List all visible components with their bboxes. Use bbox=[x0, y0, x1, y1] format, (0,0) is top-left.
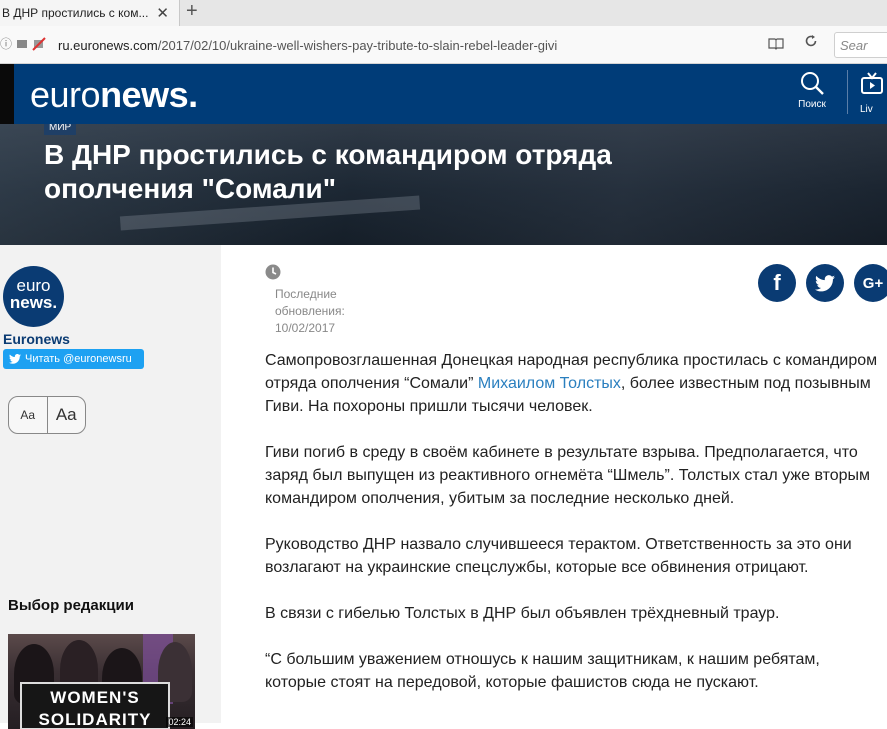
gplus-icon: G+ bbox=[862, 274, 884, 292]
updated-label-2: обновления: bbox=[275, 304, 345, 318]
twitter-bird-icon bbox=[9, 354, 21, 364]
live-label: Liv bbox=[860, 104, 873, 115]
facebook-icon: f bbox=[773, 270, 781, 295]
info-icon[interactable]: ⓘ bbox=[0, 35, 12, 52]
avatar-line1: euro bbox=[16, 276, 51, 295]
thumb-sign-line2: SOLIDARITY bbox=[38, 710, 152, 729]
browser-tab-bar: В ДНР простились с ком... ✕ + bbox=[0, 0, 887, 26]
search-icon bbox=[801, 72, 824, 95]
new-tab-icon[interactable]: + bbox=[186, 0, 198, 23]
category-badge[interactable]: МИР bbox=[44, 124, 77, 135]
share-gplus-button[interactable]: G+ bbox=[854, 264, 887, 302]
browser-tab[interactable]: В ДНР простились с ком... ✕ bbox=[0, 0, 180, 26]
header-live-button[interactable]: Liv bbox=[860, 72, 887, 120]
header-search-button[interactable]: Поиск bbox=[790, 70, 834, 120]
browser-url-bar: ⓘ ru.euronews.com/2017/02/10/ukraine-wel… bbox=[0, 26, 887, 64]
article-paragraph: “С большим уважением отношусь к нашим за… bbox=[265, 651, 820, 691]
page-icon bbox=[17, 39, 28, 48]
updated-label-1: Последние bbox=[275, 287, 337, 301]
address-field[interactable]: ru.euronews.com/2017/02/10/ukraine-well-… bbox=[50, 32, 830, 58]
person-link[interactable]: Михаилом Толстых bbox=[478, 375, 621, 392]
header-edge bbox=[0, 64, 14, 124]
left-sidebar: euro news. Euronews Читать @euronewsru A… bbox=[0, 245, 221, 729]
header-divider bbox=[847, 70, 848, 114]
url-status-icons: ⓘ bbox=[0, 35, 46, 52]
brand-avatar[interactable]: euro news. bbox=[3, 266, 64, 327]
article-paragraph: Самопровозглашенная Донецкая народная ре… bbox=[265, 349, 885, 418]
article-paragraph: Руководство ДНР назвало случившееся тера… bbox=[265, 536, 852, 576]
article-paragraph: Гиви погиб в среду в своём кабинете в ре… bbox=[265, 444, 871, 507]
clock-icon bbox=[265, 264, 281, 280]
tab-title: В ДНР простились с ком... bbox=[2, 6, 149, 20]
url-path: /2017/02/10/ukraine-well-wishers-pay-tri… bbox=[157, 37, 558, 53]
share-twitter-button[interactable] bbox=[806, 264, 844, 302]
editors-pick-thumbnail[interactable]: WOMEN'S SOLIDARITY 02:24 bbox=[8, 634, 195, 729]
euronews-logo[interactable]: euronews. bbox=[30, 74, 198, 116]
brand-name[interactable]: Euronews bbox=[3, 331, 70, 347]
search-label: Поиск bbox=[798, 99, 826, 110]
hero-banner: МИР В ДНР простились с командиром отряда… bbox=[0, 124, 887, 245]
thumb-sign: WOMEN'S SOLIDARITY bbox=[20, 682, 170, 729]
update-info: Последние обновления: 10/02/2017 bbox=[275, 286, 375, 337]
logo-light: euro bbox=[30, 74, 101, 115]
article-paragraph: В связи с гибелью Толстых в ДНР был объя… bbox=[265, 605, 780, 622]
blocked-plugin-icon[interactable] bbox=[32, 36, 46, 51]
twitter-follow-button[interactable]: Читать @euronewsru bbox=[3, 349, 144, 369]
updated-date: 10/02/2017 bbox=[275, 321, 336, 335]
thumb-duration: 02:24 bbox=[166, 717, 193, 727]
url-text: ru.euronews.com/2017/02/10/ukraine-well-… bbox=[50, 38, 557, 53]
font-size-switch: Aa Aa bbox=[8, 396, 86, 434]
browser-search-field[interactable]: Sear bbox=[834, 32, 887, 58]
close-tab-icon[interactable]: ✕ bbox=[156, 4, 169, 22]
article-body: Самопровозглашенная Донецкая народная ре… bbox=[265, 349, 885, 717]
search-placeholder: Sear bbox=[840, 37, 868, 53]
follow-label: Читать @euronewsru bbox=[25, 353, 132, 365]
reader-view-icon[interactable] bbox=[768, 37, 784, 53]
logo-bold: news. bbox=[100, 74, 198, 115]
reload-icon[interactable] bbox=[804, 34, 818, 53]
article-headline: В ДНР простились с командиром отряда опо… bbox=[44, 139, 612, 204]
thumb-sign-line1: WOMEN'S bbox=[50, 688, 140, 707]
site-header: euronews. Поиск Liv bbox=[0, 64, 887, 124]
share-facebook-button[interactable]: f bbox=[758, 264, 796, 302]
tv-icon bbox=[861, 72, 883, 94]
twitter-icon bbox=[815, 274, 835, 291]
font-large-button[interactable]: Aa bbox=[48, 397, 86, 433]
avatar-line2: news. bbox=[9, 293, 58, 312]
url-host: ru.euronews.com bbox=[58, 37, 158, 53]
font-small-button[interactable]: Aa bbox=[9, 397, 48, 433]
editors-pick-title: Выбор редакции bbox=[8, 597, 134, 614]
